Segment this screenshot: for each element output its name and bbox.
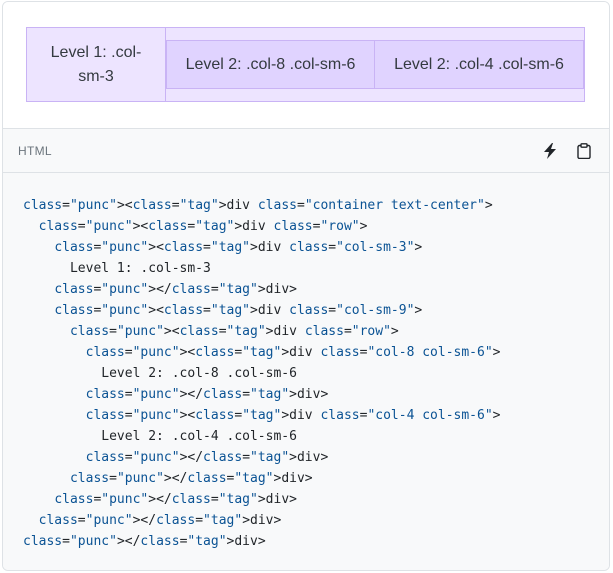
code-line: class="punc"><class="tag">div class="row… bbox=[38, 219, 368, 234]
level2a-label: Level 2: .col-8 .col-sm-6 bbox=[185, 55, 356, 73]
code-line: Level 1: .col-sm-3 bbox=[23, 261, 211, 276]
code-line: class="punc"><class="tag">div class="col… bbox=[54, 303, 423, 318]
code-line: class="punc"></class="tag">div> bbox=[54, 492, 297, 507]
code-line: class="punc"></class="tag">div> bbox=[69, 471, 313, 486]
code-example: Level 1: .col-sm-3 Level 2: .col-8 .col-… bbox=[2, 1, 610, 571]
code-text: class="punc"><class="tag">div class="con… bbox=[23, 195, 609, 552]
level2-column-b: Level 2: .col-4 .col-sm-6 bbox=[375, 40, 584, 89]
code-line: class="punc"><class="tag">div class="col… bbox=[54, 240, 423, 255]
code-actions bbox=[541, 142, 593, 160]
code-line: class="punc"></class="tag">div> bbox=[54, 282, 297, 297]
code-line: Level 2: .col-4 .col-sm-6 bbox=[23, 429, 297, 444]
code-line: class="punc"></class="tag">div> bbox=[23, 534, 266, 549]
nested-row: Level 2: .col-8 .col-sm-6 Level 2: .col-… bbox=[166, 40, 584, 89]
code-line: class="punc"><class="tag">div class="con… bbox=[23, 198, 493, 213]
example-preview: Level 1: .col-sm-3 Level 2: .col-8 .col-… bbox=[3, 2, 609, 129]
level1-column: Level 1: .col-sm-3 bbox=[26, 27, 166, 102]
code-line: class="punc"></class="tag">div> bbox=[85, 450, 329, 465]
grid-container: Level 1: .col-sm-3 Level 2: .col-8 .col-… bbox=[26, 27, 585, 102]
code-line: class="punc"></class="tag">div> bbox=[38, 513, 282, 528]
code-header: HTML bbox=[3, 129, 609, 173]
code-language-label: HTML bbox=[18, 143, 52, 158]
lightning-icon[interactable] bbox=[541, 142, 559, 160]
code-block: class="punc"><class="tag">div class="con… bbox=[3, 173, 609, 570]
level2-column-a: Level 2: .col-8 .col-sm-6 bbox=[166, 40, 375, 89]
clipboard-icon[interactable] bbox=[575, 142, 593, 160]
code-line: class="punc"><class="tag">div class="row… bbox=[69, 324, 399, 339]
code-line: class="punc"></class="tag">div> bbox=[85, 387, 329, 402]
code-line: Level 2: .col-8 .col-sm-6 bbox=[23, 366, 297, 381]
code-line: class="punc"><class="tag">div class="col… bbox=[85, 345, 501, 360]
level2b-label: Level 2: .col-4 .col-sm-6 bbox=[394, 55, 564, 73]
level1-col-sm-9: Level 2: .col-8 .col-sm-6 Level 2: .col-… bbox=[166, 27, 585, 102]
code-line: class="punc"><class="tag">div class="col… bbox=[85, 408, 501, 423]
level1-label: Level 1: .col-sm-3 bbox=[50, 43, 142, 85]
